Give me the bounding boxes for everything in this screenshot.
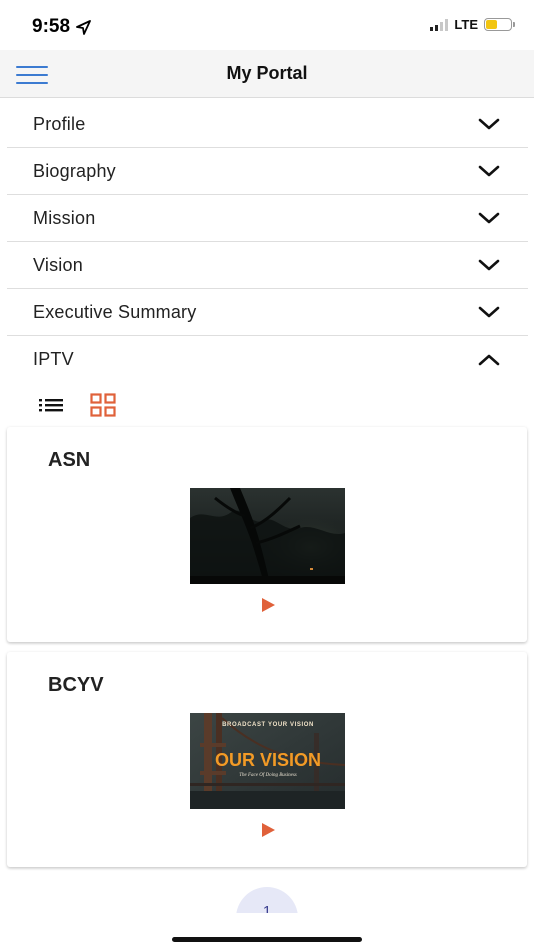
accordion-label: Vision: [33, 254, 83, 275]
bottom-mask: [0, 913, 534, 950]
iptv-view-toggles: [38, 393, 116, 417]
accordion-label: IPTV: [33, 349, 74, 369]
accordion-label: Executive Summary: [33, 301, 197, 322]
thumbnail-tagline: The Face Of Doing Business: [239, 773, 297, 778]
network-type: LTE: [454, 17, 478, 32]
channel-title: BCYV: [48, 674, 104, 696]
cell-signal-icon: [430, 18, 449, 31]
status-time-label: 9:58: [32, 16, 71, 37]
thumbnail-headline: OUR VISION: [215, 750, 321, 770]
accordion-item-iptv[interactable]: IPTV: [7, 336, 528, 383]
status-time: 9:58: [32, 16, 91, 38]
play-icon[interactable]: [261, 823, 275, 837]
accordion-item-vision[interactable]: Vision: [7, 242, 528, 289]
channel-card-bcyv[interactable]: BCYV BROADCAST YOUR VISION OUR VISION Th…: [7, 652, 527, 867]
accordion-label: Biography: [33, 160, 116, 181]
channel-title: ASN: [48, 449, 91, 471]
chevron-down-icon[interactable]: [478, 118, 500, 130]
chevron-down-icon[interactable]: [478, 212, 500, 224]
app-bar: My Portal: [0, 50, 534, 98]
home-indicator[interactable]: [172, 937, 362, 942]
grid-view-icon[interactable]: [90, 393, 116, 417]
accordion-item-biography[interactable]: Biography: [7, 148, 528, 195]
pagination: ‹ 1 ›: [0, 887, 534, 950]
list-view-icon[interactable]: [38, 397, 64, 413]
chevron-down-icon[interactable]: [478, 165, 500, 177]
accordion-label: Mission: [33, 207, 96, 228]
portal-accordion: Profile Biography Mission Vision Executi…: [7, 101, 528, 383]
page-title: My Portal: [226, 63, 308, 83]
chevron-up-icon[interactable]: [478, 354, 500, 366]
play-icon[interactable]: [261, 598, 275, 612]
accordion-label: Profile: [33, 113, 86, 134]
chevron-down-icon[interactable]: [478, 306, 500, 318]
accordion-item-executive-summary[interactable]: Executive Summary: [7, 289, 528, 336]
location-arrow-icon: [76, 19, 91, 35]
accordion-item-mission[interactable]: Mission: [7, 195, 528, 242]
accordion-item-profile[interactable]: Profile: [7, 101, 528, 148]
thumbnail-caption-top: BROADCAST YOUR VISION: [222, 722, 314, 728]
dark-forest-night-thumbnail[interactable]: [190, 488, 345, 584]
golden-gate-bridge-thumbnail[interactable]: BROADCAST YOUR VISION OUR VISION The Fac…: [190, 713, 345, 809]
battery-icon: [484, 18, 515, 31]
status-indicators: LTE: [430, 17, 515, 32]
channel-card-asn[interactable]: ASN: [7, 427, 527, 642]
status-bar: 9:58 LTE: [0, 0, 534, 50]
chevron-down-icon[interactable]: [478, 259, 500, 271]
